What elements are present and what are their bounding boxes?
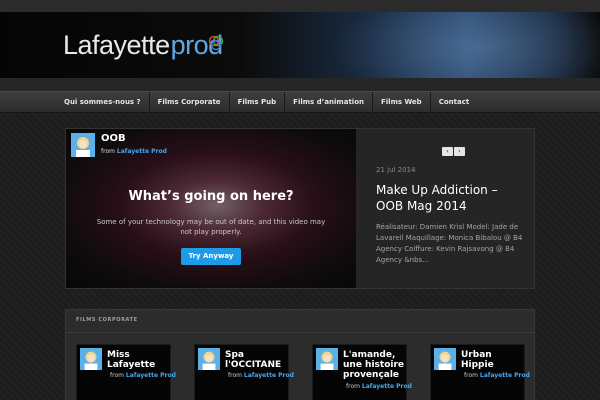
featured-slider: OOB from Lafayette Prod What’s going on …: [65, 128, 535, 289]
section-divider: [66, 332, 534, 333]
site-header: Lafayetteprod: [0, 12, 600, 78]
card-author-link[interactable]: Lafayette Prod: [362, 383, 412, 390]
logo-text: Lafayette: [63, 30, 170, 60]
try-anyway-button[interactable]: Try Anyway: [181, 248, 241, 265]
card-from-label: from: [228, 372, 242, 379]
card-title[interactable]: L'amande, une histoire provençale: [343, 350, 407, 380]
video-card[interactable]: Spa l'OCCITANE from Lafayette Prod: [194, 344, 294, 400]
card-author-link[interactable]: Lafayette Prod: [480, 372, 530, 379]
card-author-link[interactable]: Lafayette Prod: [244, 372, 294, 379]
card-byline: from Lafayette Prod: [346, 383, 412, 390]
video-card[interactable]: L'amande, une histoire provençale from L…: [312, 344, 412, 400]
avatar-icon: [198, 348, 220, 370]
slide-date: 21 jul 2014: [376, 166, 416, 174]
avatar-icon[interactable]: [71, 133, 95, 157]
video-warning-text: Some of your technology may be out of da…: [96, 218, 326, 236]
card-from-label: from: [464, 372, 478, 379]
video-from-label: from: [101, 148, 115, 155]
arrow-right-icon[interactable]: ›: [454, 147, 465, 156]
nav-item-qui-sommes-nous[interactable]: Qui sommes-nous ?: [56, 92, 150, 113]
logo-rings-icon: [208, 35, 223, 51]
arrow-left-icon[interactable]: ‹: [442, 147, 453, 156]
video-card[interactable]: Urban Hippie from Lafayette Prod: [430, 344, 530, 400]
nav-item-films-animation[interactable]: Films d’animation: [285, 92, 373, 113]
nav-item-contact[interactable]: Contact: [431, 92, 478, 113]
card-title[interactable]: Spa l'OCCITANE: [225, 350, 289, 370]
card-from-label: from: [110, 372, 124, 379]
main-nav: Qui sommes-nous ? Films Corporate Films …: [0, 91, 600, 113]
avatar-icon: [316, 348, 338, 370]
top-strip: [0, 0, 600, 12]
header-glow: [330, 12, 600, 78]
video-warning-title: What’s going on here?: [128, 189, 294, 204]
films-corporate-section: FILMS CORPORATE Miss Lafayette from Lafa…: [65, 309, 535, 400]
card-author-link[interactable]: Lafayette Prod: [126, 372, 176, 379]
header-bottom-bar: [0, 78, 600, 91]
card-title[interactable]: Miss Lafayette: [107, 350, 171, 370]
nav-item-films-corporate[interactable]: Films Corporate: [150, 92, 230, 113]
site-logo[interactable]: Lafayetteprod: [63, 30, 223, 61]
slide-info: ‹ › 21 jul 2014 Make Up Addiction – OOB …: [356, 129, 534, 288]
avatar-icon: [434, 348, 456, 370]
card-title[interactable]: Urban Hippie: [461, 350, 525, 370]
nav-item-films-pub[interactable]: Films Pub: [230, 92, 286, 113]
card-byline: from Lafayette Prod: [228, 372, 294, 379]
nav-item-films-web[interactable]: Films Web: [373, 92, 431, 113]
slide-title[interactable]: Make Up Addiction – OOB Mag 2014: [376, 182, 526, 214]
video-title[interactable]: OOB: [101, 133, 126, 144]
slider-arrows: ‹ ›: [442, 147, 465, 156]
card-from-label: from: [346, 383, 360, 390]
section-label: FILMS CORPORATE: [76, 317, 138, 323]
video-author-link[interactable]: Lafayette Prod: [117, 148, 167, 155]
slide-excerpt: Réalisateur: Damien Krisl Model: Jade de…: [376, 223, 523, 264]
video-player[interactable]: OOB from Lafayette Prod What’s going on …: [66, 129, 356, 288]
avatar-icon: [80, 348, 102, 370]
video-card[interactable]: Miss Lafayette from Lafayette Prod: [76, 344, 176, 400]
card-byline: from Lafayette Prod: [464, 372, 530, 379]
video-byline: from Lafayette Prod: [101, 148, 167, 155]
card-byline: from Lafayette Prod: [110, 372, 176, 379]
